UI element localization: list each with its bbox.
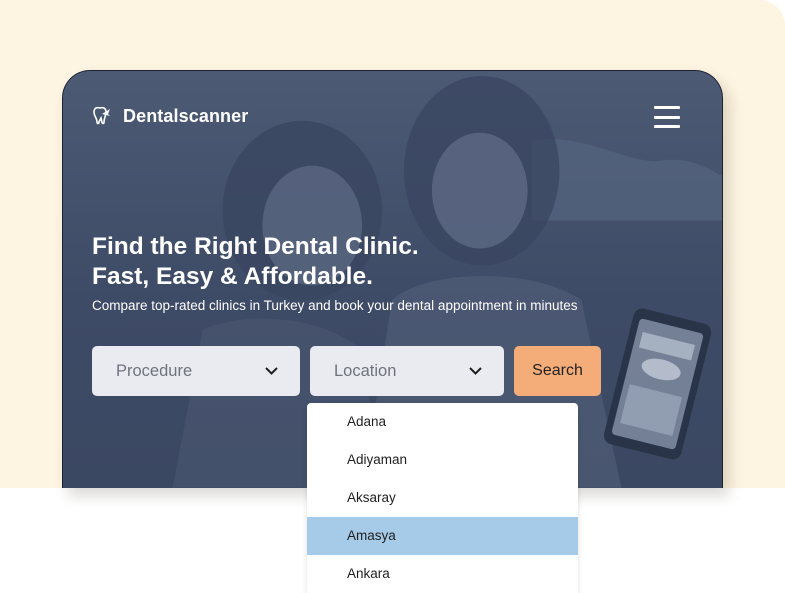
- procedure-select[interactable]: Procedure: [92, 346, 300, 396]
- location-select[interactable]: Location: [310, 346, 504, 396]
- dropdown-option-adiyaman[interactable]: Adiyaman: [307, 441, 578, 479]
- location-dropdown: Adana Adiyaman Aksaray Amasya Ankara: [307, 403, 578, 593]
- headline-line-2: Fast, Easy & Affordable.: [92, 263, 373, 290]
- chevron-down-icon: [265, 367, 278, 375]
- procedure-select-label: Procedure: [116, 361, 193, 380]
- dropdown-option-amasya[interactable]: Amasya: [307, 517, 578, 555]
- hero-subheadline: Compare top-rated clinics in Turkey and …: [92, 298, 578, 313]
- tooth-plane-icon: [93, 106, 110, 125]
- menu-bar: [654, 115, 680, 119]
- hamburger-menu-icon[interactable]: [654, 106, 680, 128]
- brand-name: Dentalscanner: [123, 105, 249, 126]
- search-button[interactable]: Search: [514, 346, 601, 396]
- dropdown-option-ankara[interactable]: Ankara: [307, 555, 578, 593]
- menu-bar: [654, 106, 680, 109]
- menu-bar: [654, 125, 680, 128]
- headline-line-1: Find the Right Dental Clinic.: [92, 233, 419, 260]
- chevron-down-icon: [469, 367, 482, 375]
- location-select-label: Location: [334, 361, 397, 380]
- brand-logo[interactable]: Dentalscanner: [91, 105, 248, 127]
- dropdown-option-adana[interactable]: Adana: [307, 403, 578, 441]
- dropdown-option-aksaray[interactable]: Aksaray: [307, 479, 578, 517]
- hero-headline: Find the Right Dental Clinic. Fast, Easy…: [92, 232, 419, 292]
